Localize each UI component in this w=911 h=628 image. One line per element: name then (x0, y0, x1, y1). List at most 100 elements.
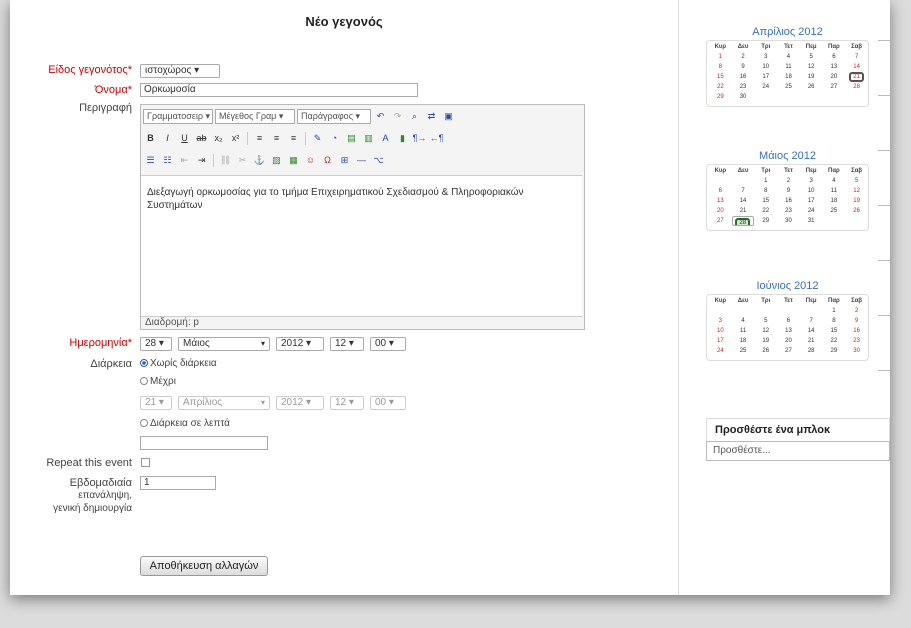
calendar-day[interactable]: 23 (732, 82, 755, 92)
calendar-day[interactable]: 12 (845, 186, 868, 196)
calendar-day[interactable]: 12 (800, 62, 823, 72)
link-icon[interactable]: ⛓ (218, 153, 233, 168)
calendar-day[interactable]: 25 (732, 346, 755, 356)
calendar-day[interactable]: 16 (777, 196, 800, 206)
calendar-day[interactable]: 10 (800, 186, 823, 196)
calendar-day[interactable]: 15 (823, 326, 846, 336)
format-select[interactable]: Παράγραφος ▾ (297, 108, 371, 124)
date-year-select[interactable]: 2012 ▾ (276, 337, 324, 351)
calendar-day[interactable]: 27 (823, 82, 846, 92)
calendar-day[interactable]: 15 (709, 72, 732, 82)
calendar-day[interactable]: 30 (777, 216, 800, 226)
calendar-day[interactable]: 29 (709, 92, 732, 102)
calendar-day[interactable]: 21 (732, 206, 755, 216)
calendar-day[interactable]: 26 (800, 82, 823, 92)
calendar-day[interactable]: 2 (777, 176, 800, 186)
date-day-select[interactable]: 28 ▾ (140, 337, 172, 351)
calendar-day[interactable]: 13 (709, 196, 732, 206)
media-icon[interactable]: ▦ (286, 153, 301, 168)
align-left-icon[interactable]: ≡ (252, 131, 267, 146)
calendar-day[interactable]: 8 (754, 186, 777, 196)
calendar-day[interactable]: 19 (845, 196, 868, 206)
bold-icon[interactable]: B (143, 131, 158, 146)
horizontal-rule-icon[interactable]: ― (354, 153, 369, 168)
numbered-list-icon[interactable]: ☷ (160, 153, 175, 168)
background-color-icon[interactable]: ▮ (395, 131, 410, 146)
paste-word-icon[interactable]: ▥ (361, 131, 376, 146)
emoticon-icon[interactable]: ☺ (303, 153, 318, 168)
calendar-day[interactable]: 14 (732, 196, 755, 206)
font-family-select[interactable]: Γραμματοσειρ ▾ (143, 108, 213, 124)
calendar-day[interactable]: 7 (732, 186, 755, 196)
name-input[interactable]: Ορκωμοσία (140, 83, 418, 97)
strikethrough-icon[interactable]: ab (194, 131, 209, 146)
calendar-day[interactable]: 7 (845, 52, 868, 62)
calendar-day[interactable]: 20 (709, 206, 732, 216)
calendar-day[interactable]: 11 (777, 62, 800, 72)
calendar-day[interactable]: 7 (800, 316, 823, 326)
find-icon[interactable]: ⌕ (407, 109, 422, 124)
calendar-day[interactable]: 28 (845, 82, 868, 92)
calendar-day[interactable]: 30 (845, 346, 868, 356)
font-size-select[interactable]: Μέγεθος Γραμ ▾ (215, 108, 295, 124)
editor-content-area[interactable]: Διεξαγωγή ορκωμοσίας για το τμήμα Επιχει… (141, 175, 582, 317)
anchor-icon[interactable]: ⚓ (252, 153, 267, 168)
until-minute-select[interactable]: 00 ▾ (370, 396, 406, 410)
calendar-day[interactable]: 3 (709, 316, 732, 326)
calendar-month-title[interactable]: Ιούνιος 2012 (706, 278, 869, 294)
calendar-day[interactable]: 28 (800, 346, 823, 356)
calendar-day[interactable]: 9 (845, 316, 868, 326)
calendar-day[interactable]: 20 (823, 72, 846, 82)
until-year-select[interactable]: 2012 ▾ (276, 396, 324, 410)
calendar-day[interactable]: 22 (754, 206, 777, 216)
calendar-day[interactable]: 11 (823, 186, 846, 196)
bullet-list-icon[interactable]: ☰ (143, 153, 158, 168)
calendar-day[interactable]: 16 (845, 326, 868, 336)
italic-icon[interactable]: I (160, 131, 175, 146)
calendar-day[interactable]: 15 (754, 196, 777, 206)
special-char-icon[interactable]: Ω (320, 153, 335, 168)
unlink-icon[interactable]: ✂ (235, 153, 250, 168)
calendar-day[interactable]: 18 (777, 72, 800, 82)
calendar-day[interactable]: 1 (823, 306, 846, 316)
subscript-icon[interactable]: x₂ (211, 131, 226, 146)
calendar-day[interactable]: 26 (845, 206, 868, 216)
weekly-repeat-input[interactable]: 1 (140, 476, 216, 490)
calendar-day[interactable]: 17 (754, 72, 777, 82)
calendar-day[interactable]: 14 (800, 326, 823, 336)
calendar-day[interactable]: 25 (823, 206, 846, 216)
event-type-select[interactable]: ιστοχώρος ▾ (140, 64, 220, 78)
calendar-day[interactable]: 24 (709, 346, 732, 356)
calendar-day[interactable]: 27 (709, 216, 732, 226)
spellcheck-icon[interactable]: ◔ (327, 131, 342, 146)
calendar-day[interactable]: 2 (845, 306, 868, 316)
calendar-day[interactable]: 10 (709, 326, 732, 336)
ltr-icon[interactable]: ¶→ (412, 131, 427, 146)
calendar-day[interactable]: 23 (845, 336, 868, 346)
date-month-select[interactable]: Μάιος ▾ (178, 337, 270, 351)
calendar-day[interactable]: 31 (800, 216, 823, 226)
table-icon[interactable]: ⊞ (337, 153, 352, 168)
align-right-icon[interactable]: ≡ (286, 131, 301, 146)
image-icon[interactable]: ▨ (269, 153, 284, 168)
text-color-icon[interactable]: A (378, 131, 393, 146)
indent-icon[interactable]: ⇥ (194, 153, 209, 168)
calendar-day[interactable]: 21 (800, 336, 823, 346)
calendar-day[interactable]: 4 (777, 52, 800, 62)
calendar-day[interactable]: 23 (777, 206, 800, 216)
replace-icon[interactable]: ⇄ (424, 109, 439, 124)
calendar-day[interactable]: 3 (800, 176, 823, 186)
calendar-day[interactable]: 9 (777, 186, 800, 196)
until-month-select[interactable]: Απρίλιος ▾ (178, 396, 270, 410)
calendar-day[interactable]: 3 (754, 52, 777, 62)
duration-minutes-input[interactable] (140, 436, 268, 450)
calendar-day[interactable]: 20 (777, 336, 800, 346)
calendar-day[interactable]: 29 (823, 346, 846, 356)
align-center-icon[interactable]: ≡ (269, 131, 284, 146)
calendar-day[interactable]: 4 (732, 316, 755, 326)
calendar-day[interactable]: 17 (800, 196, 823, 206)
calendar-day[interactable]: 1 (754, 176, 777, 186)
calendar-day[interactable]: 29 (754, 216, 777, 226)
until-day-select[interactable]: 21 ▾ (140, 396, 172, 410)
calendar-day[interactable]: 6 (777, 316, 800, 326)
